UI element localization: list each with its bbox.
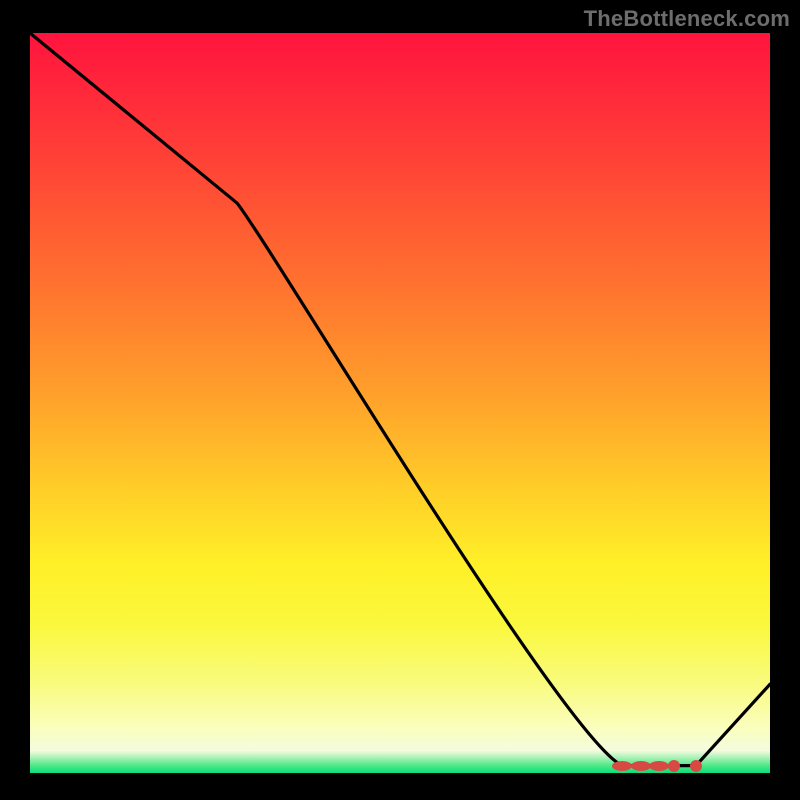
data-marker (612, 761, 632, 771)
chart-frame: TheBottleneck.com (0, 0, 800, 800)
watermark-text: TheBottleneck.com (584, 6, 790, 32)
plot-area (30, 33, 770, 773)
data-marker (649, 761, 669, 771)
data-marker (690, 760, 702, 772)
data-marker (668, 760, 680, 772)
data-marker (631, 761, 651, 771)
bottleneck-curve (30, 33, 770, 773)
